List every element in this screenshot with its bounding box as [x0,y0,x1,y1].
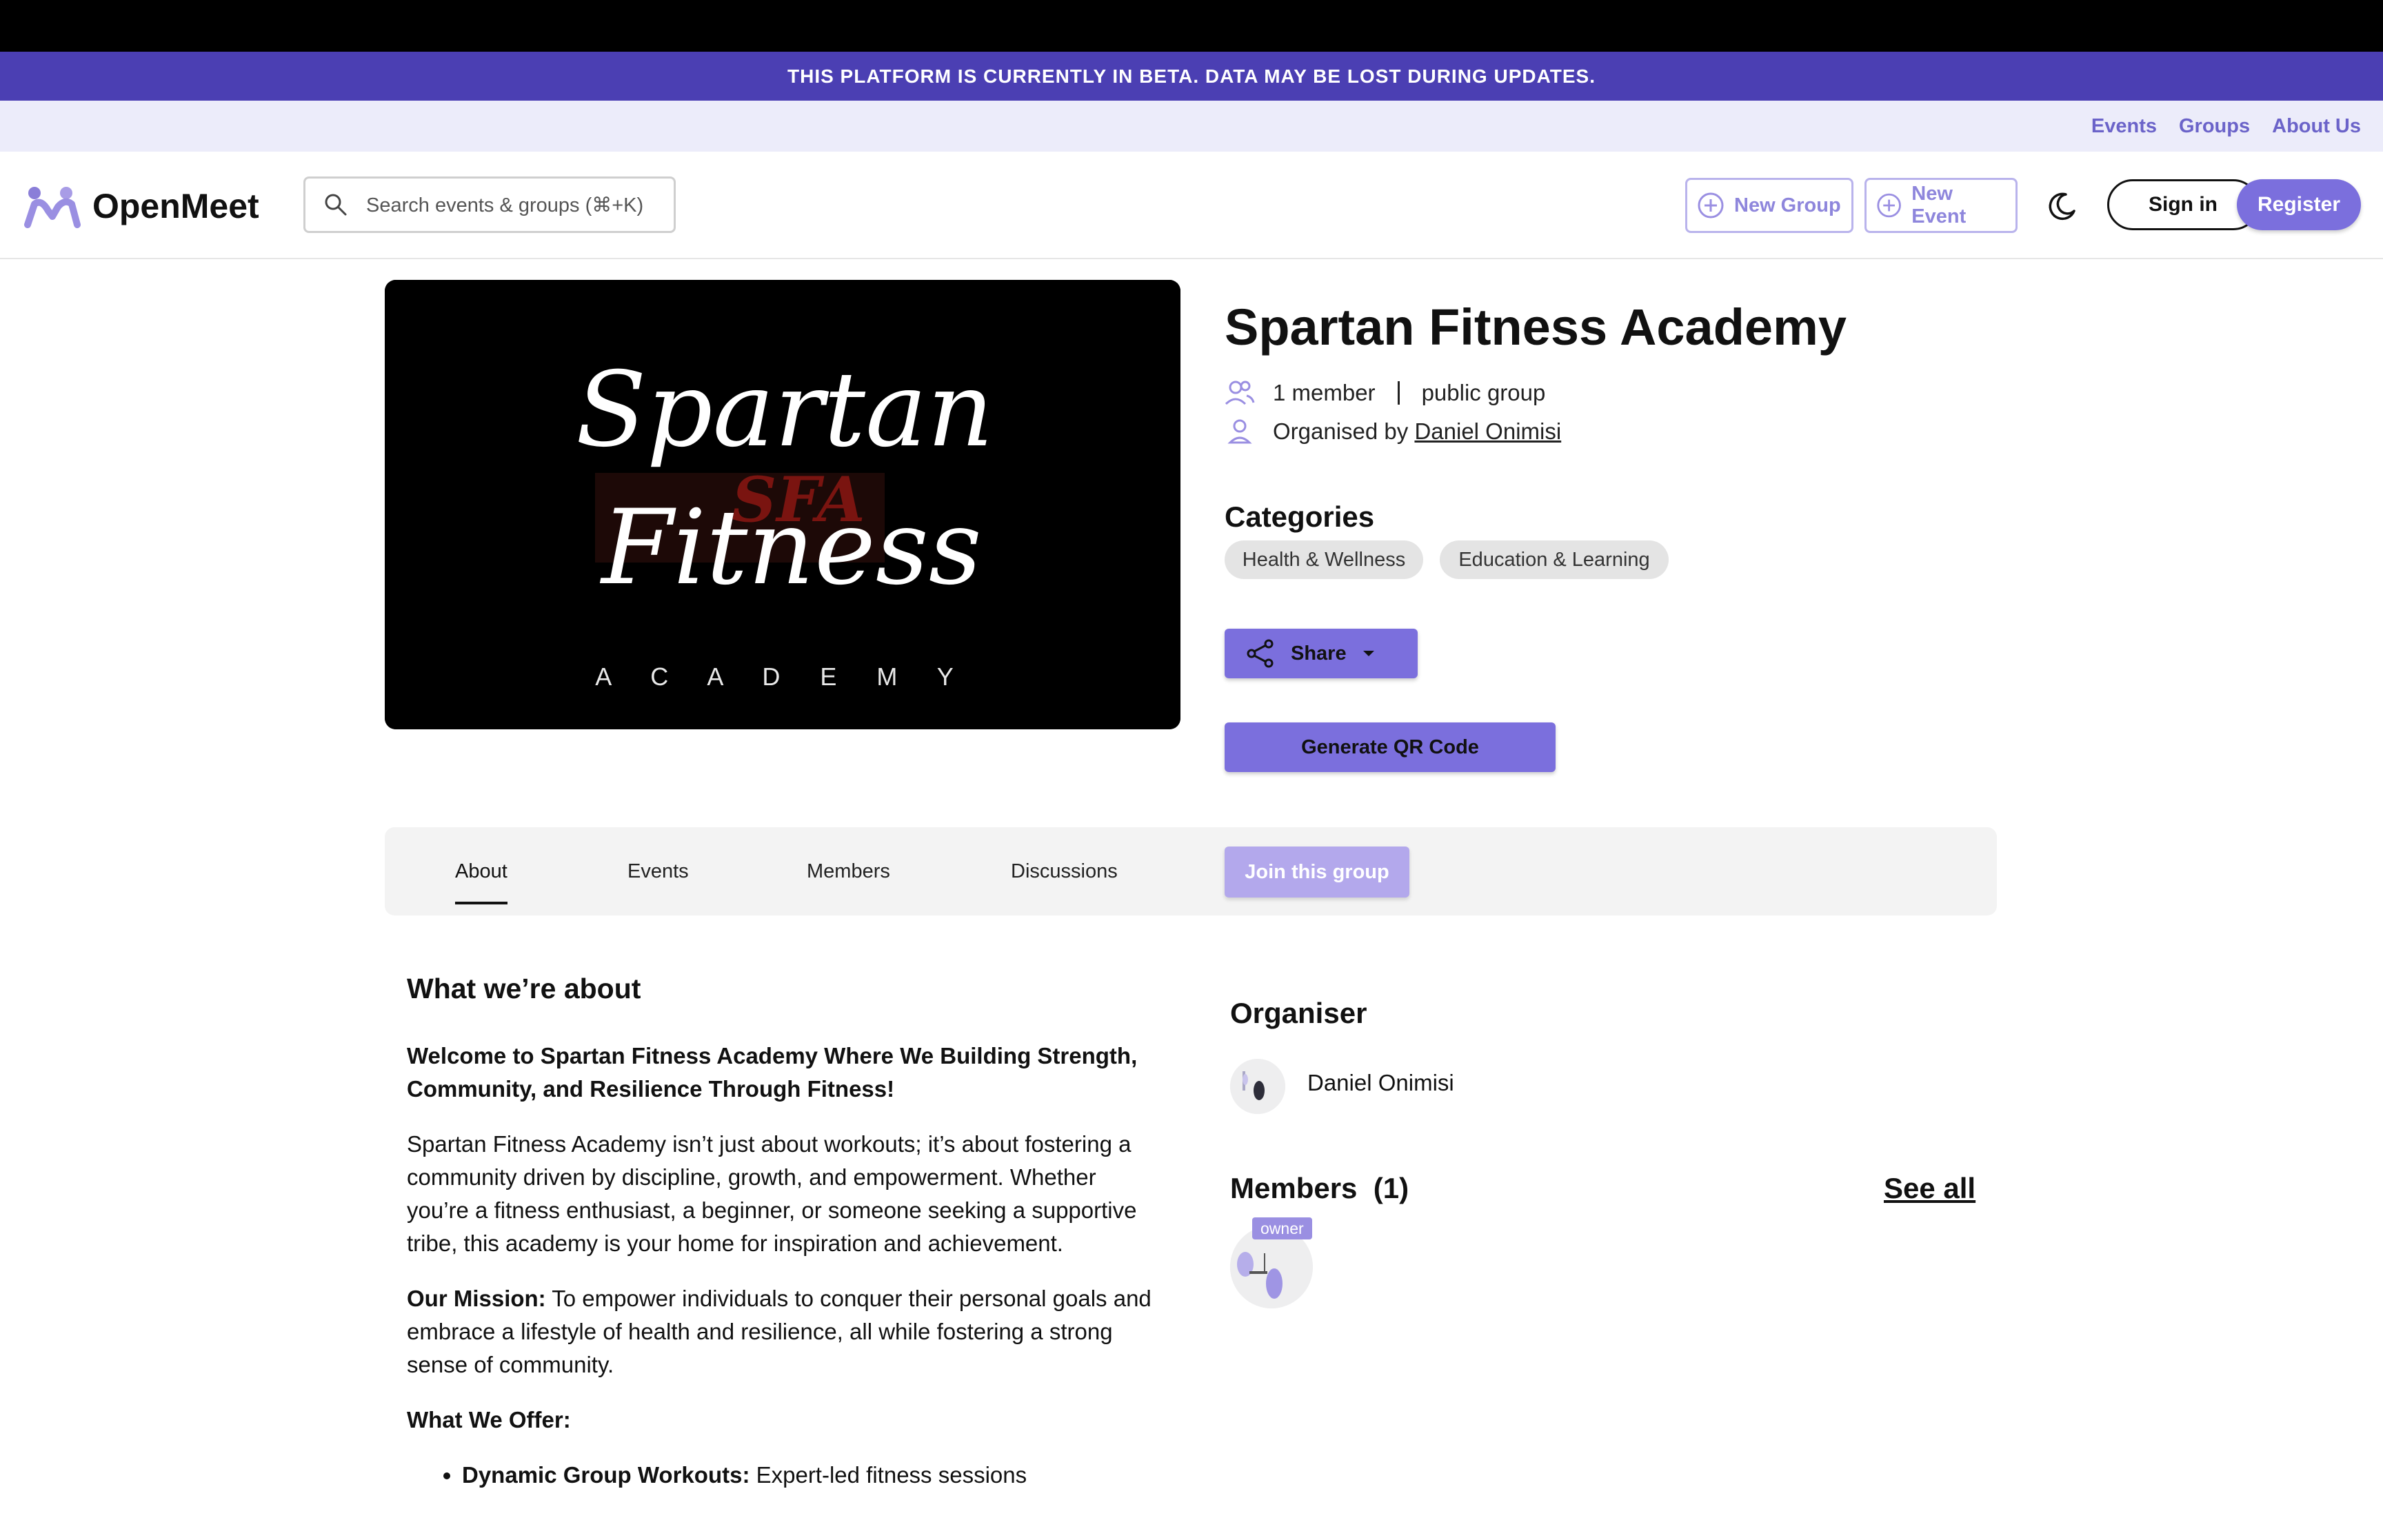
about-heading: What we’re about [407,973,641,1004]
plus-circle-icon [1877,193,1901,218]
image-line2-text: Fitness [599,488,982,608]
new-group-button[interactable]: New Group [1685,178,1853,233]
offer-label-text: What We Offer: [407,1407,571,1432]
group-tabs: About Events Members Discussions Join th… [385,827,1997,915]
group-logo-image: SFA Spartan Fitness A C A D E M Y [385,280,1180,729]
sign-in-button[interactable]: Sign in [2107,179,2259,230]
tab-members[interactable]: Members [807,827,890,915]
organiser-link[interactable]: Daniel Onimisi [1414,418,1561,444]
meta-divider [1397,381,1400,405]
openmeet-logo-icon [24,187,81,228]
new-event-label: New Event [1911,183,1967,227]
image-line1-text: Spartan [576,350,994,470]
categories-heading: Categories [1225,500,1375,533]
bullet-text: Expert-led fitness sessions [750,1462,1027,1488]
window-top-bar [0,0,2383,52]
group-title: Spartan Fitness Academy [1225,298,1847,356]
share-button[interactable]: Share [1225,629,1418,678]
sub-nav: Events Groups About Us [0,101,2383,152]
offer-list: Dynamic Group Workouts: Expert-led fitne… [407,1459,1158,1492]
image-line3-text: A C A D E M Y [595,662,969,691]
organiser-name[interactable]: Daniel Onimisi [1307,1070,1454,1096]
category-chip[interactable]: Health & Wellness [1225,540,1423,579]
search-input[interactable]: Search events & groups (⌘+K) [303,176,676,233]
mission-paragraph: Our Mission: To empower individuals to c… [407,1282,1158,1381]
search-placeholder: Search events & groups (⌘+K) [366,194,644,216]
new-event-button[interactable]: New Event [1864,178,2018,233]
share-label: Share [1291,642,1347,665]
about-lead: Welcome to Spartan Fitness Academy Where… [407,1043,1138,1102]
brand-name: OpenMeet [92,187,259,225]
group-visibility: public group [1421,380,1546,405]
tab-discussions[interactable]: Discussions [1011,827,1118,915]
subnav-events-link[interactable]: Events [2091,115,2157,138]
owner-badge: owner [1252,1217,1312,1239]
member-count: 1 member [1273,380,1376,405]
members-title: Members [1230,1172,1358,1204]
group-meta-members: 1 member public group [1225,379,1545,407]
group-meta-organiser: Organised by Daniel Onimisi [1225,418,1561,445]
subnav-groups-link[interactable]: Groups [2179,115,2250,138]
plus-circle-icon [1698,192,1724,219]
about-paragraph: Spartan Fitness Academy isn’t just about… [407,1131,1137,1256]
moon-icon[interactable] [2045,190,2078,223]
users-icon [1225,381,1255,405]
site-header: OpenMeet Search events & groups (⌘+K) Ne… [0,152,2383,259]
avatar-image [1230,1059,1285,1114]
group-cover-image: SFA Spartan Fitness A C A D E M Y [385,280,1180,729]
caret-down-icon [1363,651,1374,656]
beta-banner: THIS PLATFORM IS CURRENTLY IN BETA. DATA… [0,52,2383,101]
offer-label: What We Offer: [407,1404,1158,1437]
mission-label: Our Mission: [407,1286,546,1311]
category-chip[interactable]: Education & Learning [1440,540,1669,579]
register-button[interactable]: Register [2237,179,2361,230]
tab-events[interactable]: Events [627,827,689,915]
about-section: What we’re about Welcome to Spartan Fitn… [407,972,1158,1492]
user-icon [1227,419,1252,444]
subnav-about-link[interactable]: About Us [2272,115,2361,138]
members-heading: Members (1) [1230,1172,1409,1205]
tab-about[interactable]: About [455,827,507,915]
organiser-heading: Organiser [1230,997,1367,1029]
list-item: Dynamic Group Workouts: Expert-led fitne… [462,1459,1158,1492]
members-count: (1) [1373,1172,1409,1204]
share-icon [1247,639,1274,668]
join-group-button[interactable]: Join this group [1225,847,1409,898]
see-all-members-link[interactable]: See all [1884,1172,1975,1205]
search-icon [325,194,347,216]
new-group-label: New Group [1734,194,1841,216]
generate-qr-code-button[interactable]: Generate QR Code [1225,722,1556,772]
organiser-avatar[interactable] [1230,1059,1285,1114]
logo[interactable]: OpenMeet [23,183,259,229]
organised-by-label: Organised by [1273,418,1409,444]
bullet-label: Dynamic Group Workouts: [462,1462,750,1488]
